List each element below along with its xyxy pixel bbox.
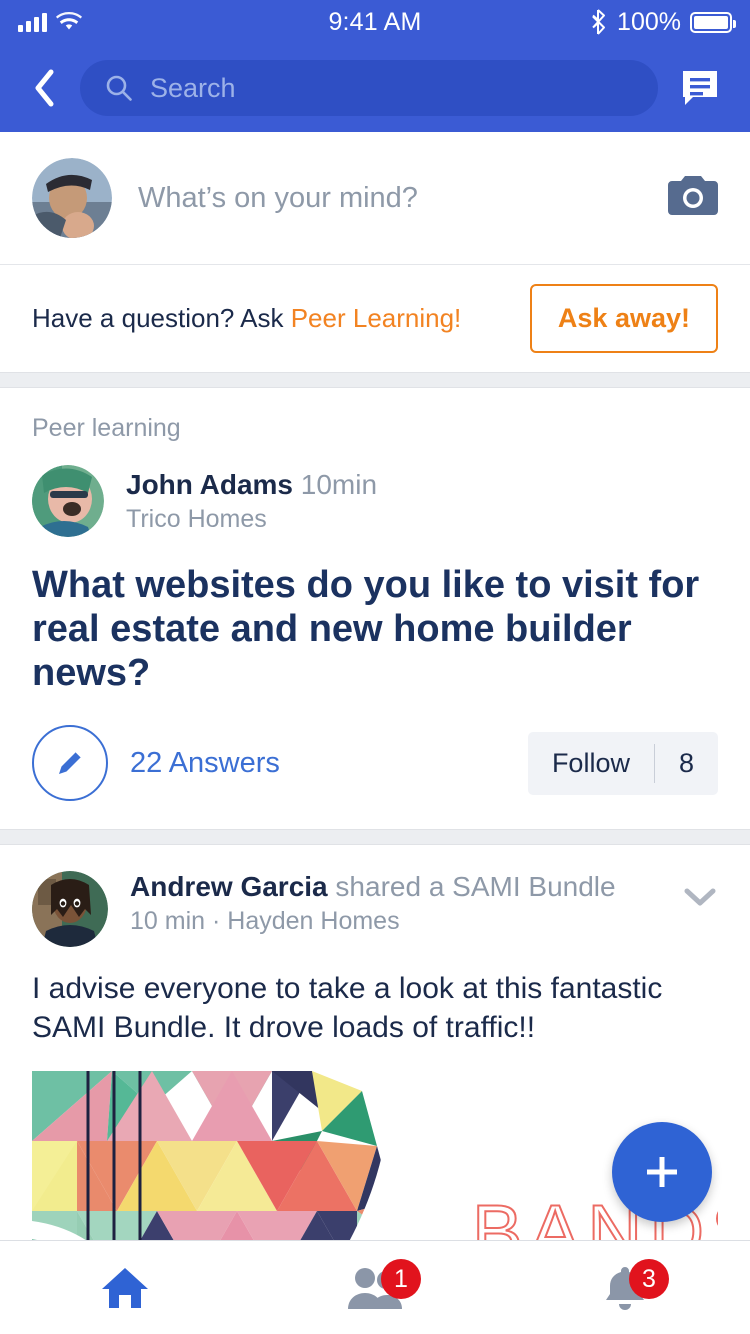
navigation-bar: Search	[0, 44, 750, 132]
battery-full-icon	[690, 11, 736, 33]
status-bar-left	[18, 12, 82, 32]
answers-count-label[interactable]: 22 Answers	[130, 747, 528, 780]
follow-count: 8	[678, 747, 694, 778]
question-title[interactable]: What websites do you like to visit for r…	[32, 563, 718, 695]
avatar	[32, 158, 112, 238]
pencil-icon	[59, 751, 82, 775]
ask-prompt-text: Have a question? Ask Peer Learning!	[32, 303, 461, 334]
camera-icon	[668, 175, 718, 215]
bluetooth-icon	[592, 9, 606, 35]
section-divider	[0, 372, 750, 388]
wifi-icon	[56, 12, 82, 30]
search-placeholder: Search	[150, 72, 236, 103]
plus-icon	[647, 1157, 677, 1187]
status-bar-right: 100%	[590, 7, 736, 37]
badge-notifications: 3	[629, 1259, 669, 1299]
post-author-line: John Adams 10min	[126, 469, 377, 501]
avatar[interactable]	[32, 465, 104, 537]
nav-friends[interactable]: 1	[250, 1241, 500, 1334]
camera-button[interactable]	[668, 175, 718, 222]
nav-home[interactable]	[0, 1241, 250, 1334]
peer-learning-link[interactable]: Peer Learning!	[291, 303, 462, 333]
meta-separator: ·	[212, 907, 221, 936]
chevron-down-icon	[684, 888, 716, 906]
post-composer[interactable]: What’s on your mind?	[0, 132, 750, 265]
question-actions: 22 Answers Follow 8	[32, 725, 718, 829]
post-author-block: Andrew Garcia shared a SAMI Bundle 10 mi…	[130, 871, 616, 936]
post-action: shared a SAMI Bundle	[335, 871, 616, 903]
author-avatar-image	[32, 465, 104, 537]
bottom-navigation: 1 3	[0, 1240, 750, 1334]
post-time: 10 min	[130, 907, 206, 936]
messages-icon	[683, 71, 717, 105]
user-avatar-image	[32, 158, 112, 238]
author-company: Trico Homes	[126, 504, 267, 533]
back-button[interactable]	[22, 66, 66, 110]
post-kicker: Peer learning	[32, 414, 181, 442]
back-chevron-icon	[35, 69, 54, 107]
follow-button[interactable]: Follow	[528, 732, 654, 795]
follow-control: Follow 8	[527, 731, 718, 795]
badge-friends: 1	[381, 1259, 421, 1299]
post-header: Andrew Garcia shared a SAMI Bundle 10 mi…	[32, 871, 718, 948]
home-icon	[102, 1267, 148, 1308]
post-options-button[interactable]	[682, 871, 718, 914]
avatar[interactable]	[32, 871, 108, 948]
author-company: Hayden Homes	[227, 907, 400, 936]
cellular-signal-icon	[18, 12, 47, 32]
section-divider	[0, 829, 750, 846]
ask-prompt-prefix: Have a question? Ask	[32, 303, 291, 333]
question-post-card: Peer learning John Adams 10min Trico Hom…	[0, 388, 750, 830]
search-icon	[106, 75, 132, 101]
author-avatar-image	[32, 871, 108, 948]
messages-button[interactable]	[672, 64, 728, 112]
answer-button[interactable]	[32, 725, 108, 802]
create-post-fab[interactable]	[612, 1122, 712, 1222]
app-screen: 9:41 AM 100% Search What’s on your mind?…	[0, 0, 750, 1334]
post-body-text: I advise everyone to take a look at this…	[32, 972, 663, 1045]
post-header: John Adams 10min Trico Homes	[32, 465, 718, 537]
ask-away-button[interactable]: Ask away!	[529, 284, 718, 353]
post-meta: 10 min · Hayden Homes	[130, 907, 616, 936]
nav-notifications[interactable]: 3	[500, 1241, 750, 1334]
post-time: 10min	[300, 468, 378, 500]
post-author-line: Andrew Garcia shared a SAMI Bundle	[130, 871, 616, 903]
battery-percent: 100%	[617, 7, 681, 36]
author-name[interactable]: John Adams	[126, 469, 293, 500]
post-author-block: John Adams 10min Trico Homes	[126, 469, 377, 534]
composer-placeholder: What’s on your mind?	[138, 181, 418, 214]
author-name[interactable]: Andrew Garcia	[130, 871, 328, 902]
peer-learning-prompt: Have a question? Ask Peer Learning! Ask …	[0, 265, 750, 372]
status-bar: 9:41 AM 100%	[0, 0, 750, 44]
search-input[interactable]: Search	[80, 60, 658, 116]
